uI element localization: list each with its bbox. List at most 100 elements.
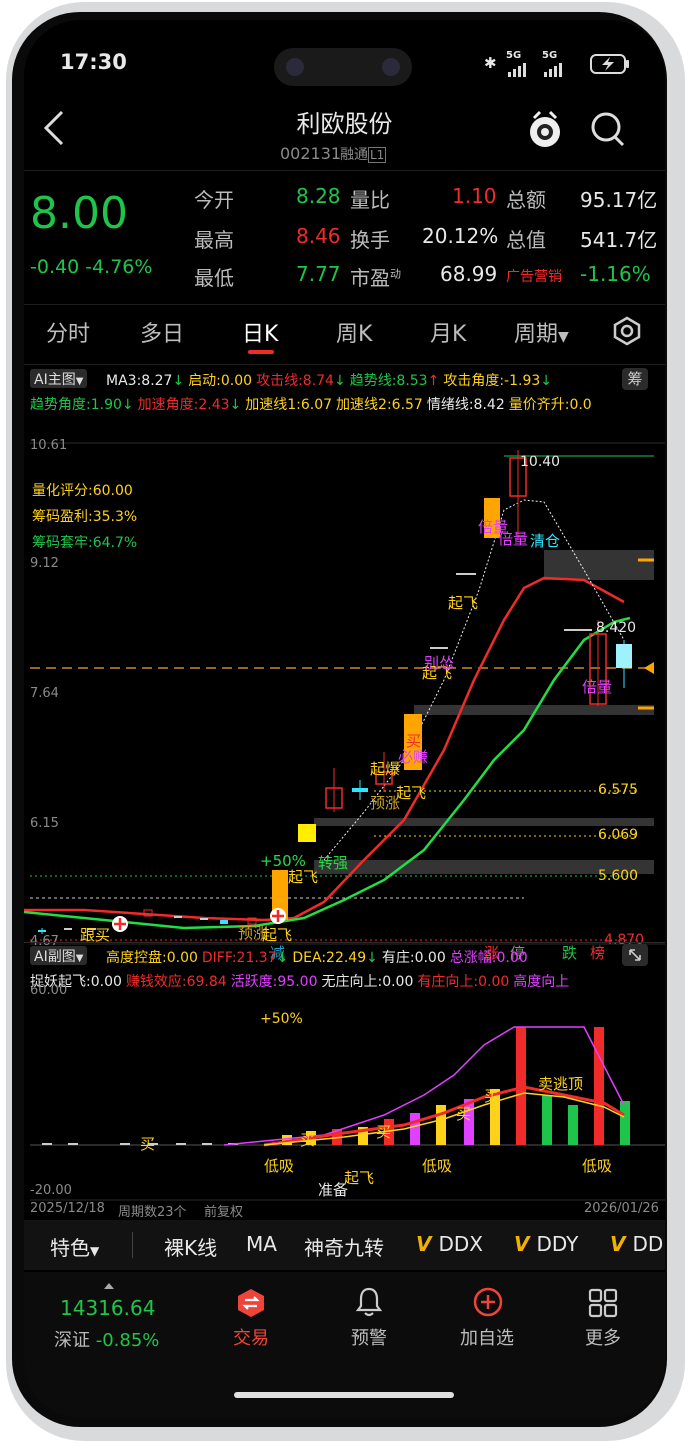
bell-icon[interactable] <box>354 1286 384 1322</box>
indicator-value: 趋势角度:1.90 <box>30 397 122 413</box>
indicator-nine-turn[interactable]: 神奇九转 <box>304 1232 384 1261</box>
tab-period[interactable]: 周期▼ <box>514 316 569 348</box>
main-indicator-select[interactable]: AI主图▼ <box>30 369 88 388</box>
marker: +50% <box>260 852 306 870</box>
indicator-ddx[interactable]: V DDX <box>416 1232 483 1256</box>
quote-value: 1.10 <box>452 184 497 208</box>
sub-axis-bottom: -20.00 <box>30 1183 72 1198</box>
quote-value: 8.28 <box>296 184 341 208</box>
quote-label: 量比 <box>350 188 390 212</box>
sub-bar <box>42 1143 52 1145</box>
sub-marker: 卖逃顶 <box>538 1075 584 1093</box>
marker: 预涨 <box>370 794 401 812</box>
indicator-ddy[interactable]: V DDY <box>514 1232 578 1256</box>
indicator-value: DIFF:21.37 <box>201 950 277 966</box>
ai-assistant-icon[interactable] <box>526 108 564 156</box>
axis-label: 6.15 <box>30 816 59 831</box>
sub-indicator-chart[interactable]: 60.00 -20.00 +50% 低吸 低吸 低吸 准备 起飞 卖逃顶 买 买… <box>24 983 665 1205</box>
quant-score: 量化评分:60.00 <box>32 483 133 499</box>
sector-change: -1.16% <box>580 262 651 286</box>
price-change: -0.40 -4.76% <box>30 256 153 278</box>
tab-monthly-k[interactable]: 月K <box>430 316 466 348</box>
axis-label: 9.12 <box>30 556 59 571</box>
main-kline-chart[interactable]: 10.61 9.12 7.64 6.15 4.67 量化评分:60.00 筹码盈… <box>24 438 665 962</box>
tab-daily-k[interactable]: 日K <box>242 316 278 348</box>
quote-label: 最高 <box>194 228 234 252</box>
tab-multiday[interactable]: 多日 <box>140 316 184 348</box>
trend-arrow-icon: ↓ <box>540 373 553 389</box>
expand-icon[interactable] <box>622 944 648 966</box>
chevron-down-icon: ▼ <box>90 1244 100 1258</box>
chip-trapped: 筹码套牢:64.7% <box>32 535 138 551</box>
signal-bars-icon <box>508 62 530 81</box>
sub-bar <box>68 1143 78 1145</box>
chevron-up-icon <box>104 1274 114 1293</box>
indicator-naked-k[interactable]: 裸K线 <box>164 1232 217 1261</box>
marker: 清仓 <box>530 532 561 550</box>
stock-badges: 融通 L1 <box>340 147 387 163</box>
nav-more[interactable]: 更多 <box>558 1324 648 1350</box>
sub-marker: 起飞 <box>344 1169 375 1187</box>
quote-label: 最低 <box>194 266 234 290</box>
tab-weekly-k[interactable]: 周K <box>336 316 372 348</box>
level-label: 6.575 <box>598 782 639 798</box>
trend-arrow-icon: ↓ <box>229 397 242 413</box>
indicator-ma[interactable]: MA <box>246 1232 277 1256</box>
axis-label: 10.61 <box>30 438 68 453</box>
indicator-value: 加速角度:2.43 <box>137 397 230 413</box>
main-indicator-line2: 趋势角度:1.90↓ 加速角度:2.43↓ 加速线1:6.07 加速线2:6.57 情绪… <box>30 394 665 414</box>
trend-arrow-icon: ↓ <box>333 373 346 389</box>
quote-value: 68.99 <box>440 262 498 286</box>
stock-code: 002131 <box>280 144 342 163</box>
battery-icon <box>590 54 630 78</box>
adjust-mode[interactable]: 前复权 <box>204 1201 243 1220</box>
level-label: 5.600 <box>598 868 639 884</box>
range-end: 2026/01/26 <box>584 1201 659 1216</box>
home-indicator[interactable] <box>234 1392 454 1398</box>
sub-bar <box>542 1095 552 1145</box>
sub-marker: 买 <box>300 1131 316 1149</box>
chip-profit: 筹码盈利:35.3% <box>32 509 138 525</box>
indicator-value: 加速线2:6.57 <box>336 397 423 413</box>
marker: 别怂 <box>424 654 455 672</box>
chip-distribution-button[interactable]: 筹 <box>622 368 648 390</box>
signal-5g-label-2: 5G <box>542 50 558 61</box>
tab-intraday[interactable]: 分时 <box>46 316 90 348</box>
settings-hexagon-icon[interactable] <box>612 316 642 350</box>
nav-alert[interactable]: 预警 <box>324 1324 414 1350</box>
quote-label: 换手 <box>350 228 390 252</box>
sub-bar <box>594 1027 604 1145</box>
active-tab-indicator <box>248 350 274 354</box>
more-grid-icon[interactable] <box>588 1288 618 1322</box>
indicator-value: 有庄:0.00 <box>381 950 446 966</box>
nav-trade[interactable]: 交易 <box>206 1324 296 1350</box>
level-label: 6.069 <box>598 827 639 843</box>
trade-icon[interactable] <box>236 1288 266 1322</box>
indicator-value: 启动:0.00 <box>188 373 253 389</box>
index-value[interactable]: 14316.64 <box>60 1296 155 1320</box>
axis-label: 7.64 <box>30 686 59 701</box>
indicator-value: MA3:8.27 <box>106 373 173 389</box>
indicator-ddz[interactable]: V DD <box>610 1232 663 1256</box>
status-time: 17:30 <box>60 50 127 74</box>
sub-indicator-line1: 高度控盘:0.00 DIFF:21.37↓ DEA:22.49↓ 有庄:0.00 总涨幅… <box>106 947 532 967</box>
marker: 转强 <box>318 854 349 872</box>
sub-marker: 买 <box>140 1135 156 1153</box>
nav-add-watchlist[interactable]: 加自选 <box>442 1324 532 1350</box>
trend-arrow-icon: ↓ <box>172 373 185 389</box>
search-icon[interactable] <box>590 110 626 154</box>
marker: 必赚 <box>398 748 429 766</box>
sub-bar <box>120 1143 130 1145</box>
sub-axis-top: 60.00 <box>30 983 68 998</box>
sector-label[interactable]: 广告营销 <box>506 266 562 286</box>
sub-indicator-select[interactable]: AI副图▼ <box>30 946 88 965</box>
chevron-down-icon: ▼ <box>75 953 84 964</box>
marker: 倍量 <box>582 678 613 696</box>
current-price: 8.00 <box>30 188 128 239</box>
sub-bar <box>620 1101 630 1145</box>
indicator-feature[interactable]: 特色▼ <box>50 1232 99 1261</box>
trend-arrow-icon: ↑ <box>427 373 440 389</box>
stock-title: 利欧股份 <box>296 110 393 138</box>
add-watchlist-icon[interactable] <box>472 1286 504 1322</box>
quote-value: 541.7亿 <box>580 228 658 252</box>
